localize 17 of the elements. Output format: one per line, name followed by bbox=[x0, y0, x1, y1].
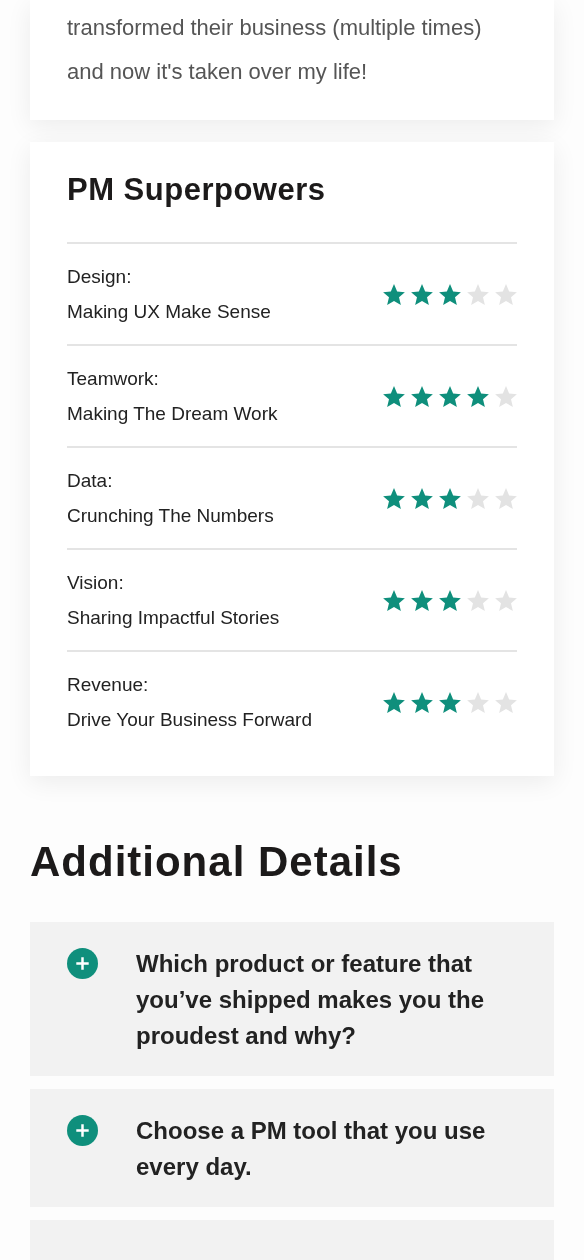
accordion-question: Which product or feature that you’ve shipped makes you the proudest and why? bbox=[136, 949, 486, 1051]
accordion-item[interactable]: Choose a PM tool that you use every day. bbox=[30, 1089, 554, 1207]
skill-category: Design: bbox=[67, 265, 133, 289]
skill-description: Sharing Impactful Stories bbox=[67, 606, 280, 630]
accordion-item[interactable]: Which product or feature that you’ve shipped makes you the proudest and why? bbox=[30, 922, 554, 1076]
section-heading: Additional Details bbox=[30, 837, 404, 887]
accordion-question: Choose a PM tool that you use every day. bbox=[136, 1116, 487, 1182]
skill-category: Vision: bbox=[67, 571, 125, 595]
skill-description: Crunching The Numbers bbox=[67, 504, 274, 528]
section-title: PM Superpowers bbox=[67, 171, 327, 209]
skill-category: Teamwork: bbox=[67, 367, 160, 391]
intro-text: transformed their business (multiple times) and now it's taken over my life! bbox=[67, 14, 483, 86]
skill-category: Data: bbox=[67, 469, 114, 493]
skill-description: Drive Your Business Forward bbox=[67, 708, 312, 732]
skill-description: Making The Dream Work bbox=[67, 402, 278, 426]
skill-description: Making UX Make Sense bbox=[67, 300, 271, 324]
skill-category: Revenue: bbox=[67, 673, 150, 697]
